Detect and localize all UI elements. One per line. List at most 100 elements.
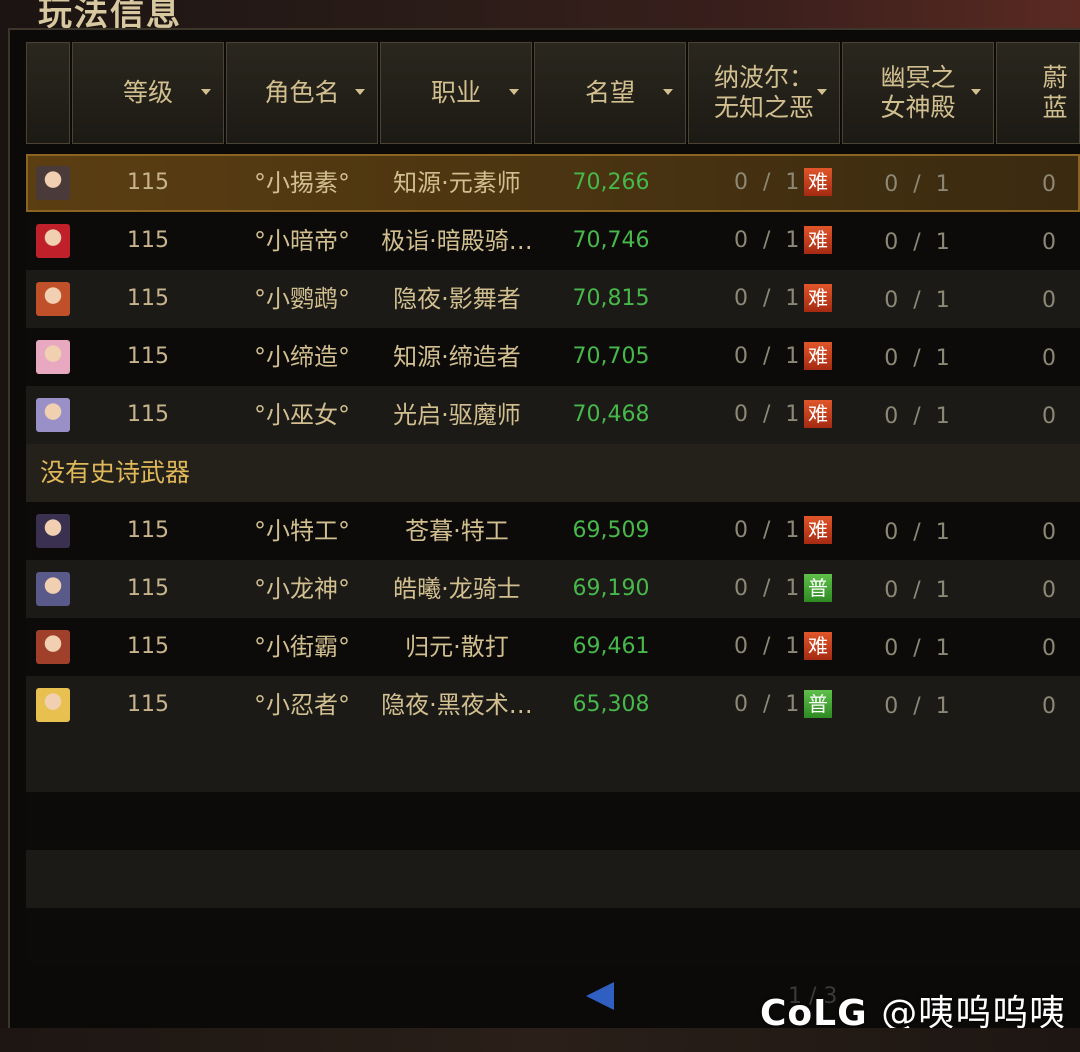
azure-progress-cell: 0	[998, 154, 1080, 212]
class-cell: 隐夜·黑夜术…	[381, 691, 533, 719]
difficulty-hard-badge: 难	[804, 226, 832, 254]
header-level-label: 等级	[122, 78, 173, 107]
progress-text: 0 / 1	[734, 228, 804, 253]
table-row[interactable]: 115 °小掦素° 知源·元素师 70,266 0 / 1难0 / 10	[26, 154, 1080, 212]
sort-caret-icon[interactable]	[509, 89, 519, 95]
sort-caret-icon[interactable]	[663, 89, 673, 95]
progress-text: 0 / 1	[884, 694, 954, 719]
header-col-napol-label: 纳波尔： 无知之恶	[713, 63, 814, 122]
progress-text: 0 / 1	[734, 170, 804, 195]
progress-text: 0	[1042, 230, 1060, 255]
table-row[interactable]: 115 °小街霸° 归元·散打 69,461 0 / 1难0 / 10	[26, 618, 1080, 676]
table-row[interactable]: 115 °小龙神° 皓曦·龙骑士 69,190 0 / 1普0 / 10	[26, 560, 1080, 618]
avatar	[36, 224, 70, 258]
difficulty-hard-badge: 难	[804, 400, 832, 428]
fame-cell: 70,705	[572, 344, 650, 369]
header-col-napol[interactable]: 纳波尔： 无知之恶	[688, 42, 840, 144]
level-cell: 115	[127, 286, 169, 311]
avatar	[36, 572, 70, 606]
character-name-cell: °小特工°	[254, 517, 350, 545]
header-col-goddess-label: 幽冥之 女神殿	[880, 63, 956, 122]
avatar	[36, 282, 70, 316]
class-cell: 归元·散打	[405, 633, 509, 661]
header-col-azure: 蔚蓝	[996, 42, 1080, 144]
level-cell: 115	[127, 402, 169, 427]
avatar	[36, 514, 70, 548]
goddess-progress-cell: 0 / 1	[844, 270, 994, 328]
progress-text: 0 / 1	[734, 576, 804, 601]
napol-progress-cell: 0 / 1难	[690, 154, 840, 212]
level-cell: 115	[127, 692, 169, 717]
section-header: 没有史诗武器	[26, 444, 1080, 502]
character-name-cell: °小缔造°	[254, 343, 350, 371]
fame-cell: 69,461	[572, 634, 650, 659]
sort-caret-icon[interactable]	[971, 89, 981, 95]
table-row[interactable]: 115 °小巫女° 光启·驱魔师 70,468 0 / 1难0 / 10	[26, 386, 1080, 444]
progress-text: 0	[1042, 404, 1060, 429]
napol-progress-cell: 0 / 1难	[690, 386, 840, 444]
fame-cell: 70,266	[572, 170, 650, 195]
header-name[interactable]: 角色名	[226, 42, 378, 144]
difficulty-hard-badge: 难	[804, 632, 832, 660]
progress-text: 0 / 1	[734, 634, 804, 659]
fame-cell: 69,190	[572, 576, 650, 601]
fame-cell: 70,468	[572, 402, 650, 427]
header-col-azure-label: 蔚蓝	[1042, 63, 1068, 122]
difficulty-normal-badge: 普	[804, 690, 832, 718]
header-col-goddess[interactable]: 幽冥之 女神殿	[842, 42, 994, 144]
progress-text: 0 / 1	[734, 692, 804, 717]
table-row[interactable]: 115 °小暗帝° 极诣·暗殿骑… 70,746 0 / 1难0 / 10	[26, 212, 1080, 270]
character-name-cell: °小巫女°	[254, 401, 350, 429]
azure-progress-cell: 0	[998, 676, 1080, 734]
class-cell: 苍暮·特工	[405, 517, 509, 545]
empty-row	[26, 734, 1080, 792]
napol-progress-cell: 0 / 1普	[690, 676, 840, 734]
azure-progress-cell: 0	[998, 618, 1080, 676]
header-fame-label: 名望	[584, 78, 635, 107]
level-cell: 115	[127, 518, 169, 543]
table-row[interactable]: 115 °小缔造° 知源·缔造者 70,705 0 / 1难0 / 10	[26, 328, 1080, 386]
avatar	[36, 398, 70, 432]
header-blank	[26, 42, 70, 144]
fame-cell: 69,509	[572, 518, 650, 543]
goddess-progress-cell: 0 / 1	[844, 560, 994, 618]
goddess-progress-cell: 0 / 1	[844, 154, 994, 212]
prev-page-icon[interactable]	[586, 982, 614, 1010]
avatar	[36, 688, 70, 722]
empty-row	[26, 908, 1080, 966]
azure-progress-cell: 0	[998, 212, 1080, 270]
goddess-progress-cell: 0 / 1	[844, 212, 994, 270]
empty-row	[26, 792, 1080, 850]
sort-caret-icon[interactable]	[355, 89, 365, 95]
fame-cell: 70,746	[572, 228, 650, 253]
table-row[interactable]: 115 °小特工° 苍暮·特工 69,509 0 / 1难0 / 10	[26, 502, 1080, 560]
avatar	[36, 630, 70, 664]
character-name-cell: °小鹦鹉°	[254, 285, 350, 313]
progress-text: 0 / 1	[884, 230, 954, 255]
header-name-label: 角色名	[264, 78, 340, 107]
header-fame[interactable]: 名望	[534, 42, 686, 144]
azure-progress-cell: 0	[998, 328, 1080, 386]
avatar	[36, 340, 70, 374]
napol-progress-cell: 0 / 1难	[690, 270, 840, 328]
table-row[interactable]: 115 °小忍者° 隐夜·黑夜术… 65,308 0 / 1普0 / 10	[26, 676, 1080, 734]
class-cell: 知源·元素师	[393, 169, 521, 197]
napol-progress-cell: 0 / 1普	[690, 560, 840, 618]
progress-text: 0	[1042, 172, 1060, 197]
progress-text: 0 / 1	[884, 578, 954, 603]
character-name-cell: °小掦素°	[254, 169, 350, 197]
header-level[interactable]: 等级	[72, 42, 224, 144]
class-cell: 知源·缔造者	[393, 343, 521, 371]
progress-text: 0 / 1	[884, 346, 954, 371]
sort-caret-icon[interactable]	[817, 89, 827, 95]
footer-band	[0, 1028, 1080, 1052]
progress-text: 0	[1042, 636, 1060, 661]
header-class[interactable]: 职业	[380, 42, 532, 144]
progress-text: 0 / 1	[734, 518, 804, 543]
difficulty-hard-badge: 难	[804, 516, 832, 544]
napol-progress-cell: 0 / 1难	[690, 502, 840, 560]
azure-progress-cell: 0	[998, 270, 1080, 328]
class-cell: 极诣·暗殿骑…	[381, 227, 533, 255]
sort-caret-icon[interactable]	[201, 89, 211, 95]
table-row[interactable]: 115 °小鹦鹉° 隐夜·影舞者 70,815 0 / 1难0 / 10	[26, 270, 1080, 328]
